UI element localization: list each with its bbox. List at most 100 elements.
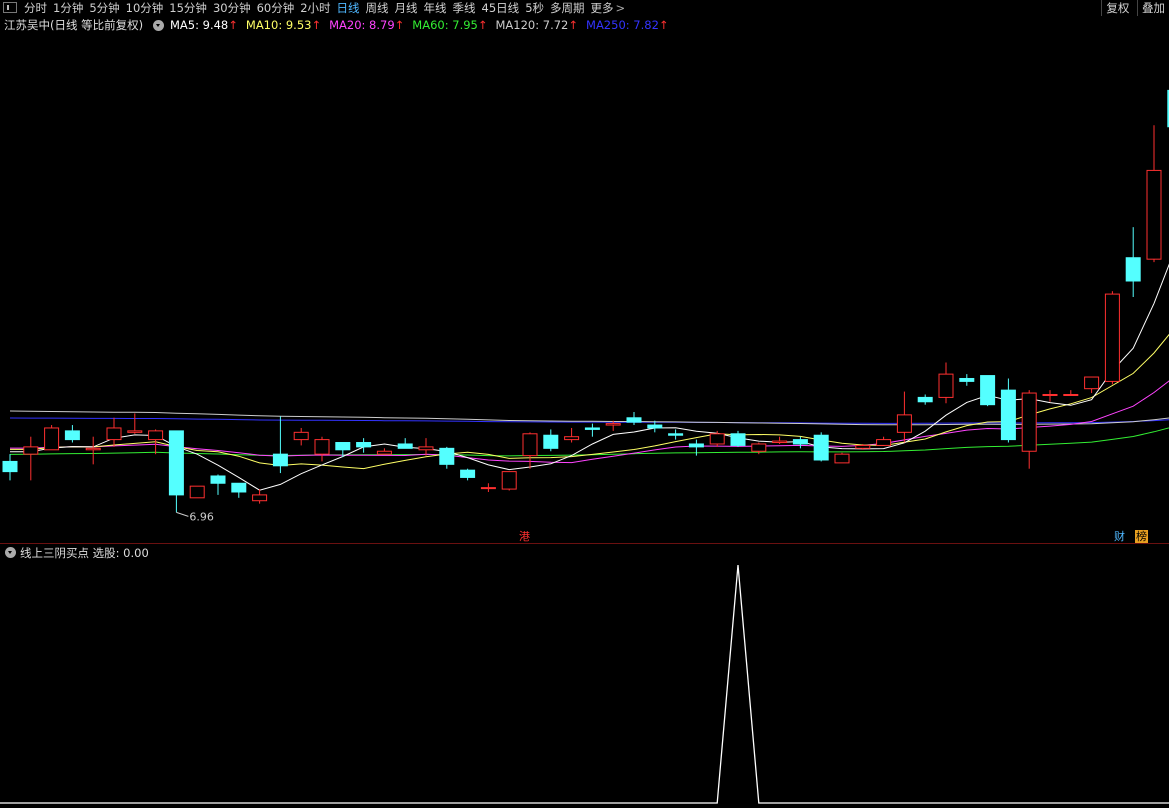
up-arrow-icon: ↑ [394, 18, 405, 32]
candle-up [480, 487, 496, 490]
candle-down [356, 442, 372, 448]
candle-down [688, 443, 704, 448]
tab-0[interactable]: 分时 [24, 0, 47, 16]
candle-down [730, 433, 746, 446]
up-arrow-icon: ↑ [568, 18, 579, 32]
chart-info-bar: 江苏吴中(日线 等比前复权) MA5: 9.48↑ MA10: 9.53↑ MA20… [0, 16, 1169, 34]
candle-up [189, 485, 205, 499]
candle-down [1000, 389, 1016, 441]
panel-divider[interactable] [0, 543, 1169, 544]
candle-down [397, 443, 413, 449]
tab-8[interactable]: 日线 [337, 0, 360, 16]
ma-label-3: MA60: 7.95↑ [412, 18, 488, 32]
candle-up [605, 423, 621, 426]
candle-up [376, 450, 392, 455]
candle-up [751, 443, 767, 452]
candle-up [127, 430, 143, 433]
tab-10[interactable]: 月线 [395, 0, 418, 16]
tab-14[interactable]: 5秒 [525, 0, 544, 16]
candle-up [1146, 169, 1162, 260]
candle-down [917, 396, 933, 403]
tab-6[interactable]: 60分钟 [257, 0, 295, 16]
candle-up [1042, 393, 1058, 396]
ma-label-0: MA5: 9.48↑ [170, 18, 238, 32]
tab-13[interactable]: 45日线 [482, 0, 520, 16]
ma-line-250 [9, 417, 1169, 424]
overlay-button[interactable]: 叠加 [1137, 0, 1169, 16]
candle-up [876, 439, 892, 446]
candle-down [792, 439, 808, 445]
panel-toggle-icon[interactable] [3, 2, 17, 13]
indicator-line [0, 564, 1169, 804]
tab-4[interactable]: 15分钟 [169, 0, 207, 16]
candle-down [668, 433, 684, 436]
ma-values: MA5: 9.48↑ MA10: 9.53↑ MA20: 8.79↑ MA60: 7.… [170, 16, 677, 34]
tab-2[interactable]: 5分钟 [89, 0, 119, 16]
period-toolbar: 分时 1分钟 5分钟 10分钟 15分钟 30分钟 60分钟 2小时 日线 周线 月线 年线 季线 45日… [0, 0, 1169, 16]
candle-down [210, 475, 226, 484]
tab-16[interactable]: 更多 > [591, 0, 626, 16]
up-arrow-icon: ↑ [228, 18, 238, 32]
indicator-name: 线上三阴买点 选股: 0.00 [20, 546, 149, 560]
candle-down [959, 377, 975, 382]
candle-up [252, 494, 268, 502]
candle-up [148, 430, 164, 441]
tab-9[interactable]: 周线 [366, 0, 389, 16]
candle-down [2, 460, 18, 473]
candle-up [418, 446, 434, 451]
candle-up [855, 444, 871, 449]
tab-5[interactable]: 30分钟 [213, 0, 251, 16]
up-arrow-icon: ↑ [311, 18, 322, 32]
tab-11[interactable]: 年线 [424, 0, 447, 16]
candle-up [834, 453, 850, 464]
candle-up [1063, 393, 1079, 396]
candle-up [564, 436, 580, 441]
candle-up [938, 373, 954, 398]
ma-label-2: MA20: 8.79↑ [329, 18, 405, 32]
ma-label-4: MA120: 7.72↑ [495, 18, 579, 32]
tab-15[interactable]: 多周期 [550, 0, 585, 16]
candle-down [584, 427, 600, 430]
low-marker [176, 511, 189, 517]
candle-up [314, 439, 330, 455]
candle-up [44, 427, 60, 451]
candle-down [980, 375, 996, 406]
candlestick-chart[interactable]: 106.96 [0, 34, 1169, 543]
stock-title: 江苏吴中(日线 等比前复权) [4, 18, 144, 32]
candle-down [272, 453, 288, 467]
candle-up [1104, 293, 1120, 382]
up-arrow-icon: ↑ [477, 18, 488, 32]
tab-12[interactable]: 季线 [453, 0, 476, 16]
low-label: 6.96 [189, 510, 214, 523]
candle-up [501, 471, 517, 490]
candle-up [522, 433, 538, 457]
indicator-dropdown-icon[interactable] [5, 547, 16, 558]
candle-down [231, 482, 247, 493]
tab-7[interactable]: 2小时 [300, 0, 330, 16]
candle-down [460, 469, 476, 478]
candle-up [23, 446, 39, 455]
candle-down [168, 430, 184, 496]
ma-label-5: MA250: 7.82↑ [586, 18, 669, 32]
candle-down [1125, 257, 1141, 282]
candle-up [709, 433, 725, 445]
indicator-chart[interactable] [0, 545, 1169, 808]
hk-connect-badge[interactable]: 港 [518, 530, 531, 543]
candle-down [543, 434, 559, 449]
tab-1[interactable]: 1分钟 [53, 0, 83, 16]
fuquan-button[interactable]: 复权 [1101, 0, 1133, 16]
ma-label-1: MA10: 9.53↑ [245, 18, 322, 32]
candle-down [647, 424, 663, 429]
chart-options-dropdown-icon[interactable] [153, 20, 164, 31]
ranking-badge[interactable]: 榜 [1135, 530, 1148, 543]
candle-down [64, 430, 80, 441]
candle-down [439, 447, 455, 465]
candle-down [813, 434, 829, 461]
candle-down [335, 442, 351, 451]
more-arrow-icon[interactable]: > [616, 1, 626, 15]
tab-3[interactable]: 10分钟 [126, 0, 164, 16]
finance-badge[interactable]: 财 [1113, 530, 1126, 543]
candle-down [626, 417, 642, 423]
candle-up [106, 427, 122, 441]
candle-up [1084, 376, 1100, 390]
